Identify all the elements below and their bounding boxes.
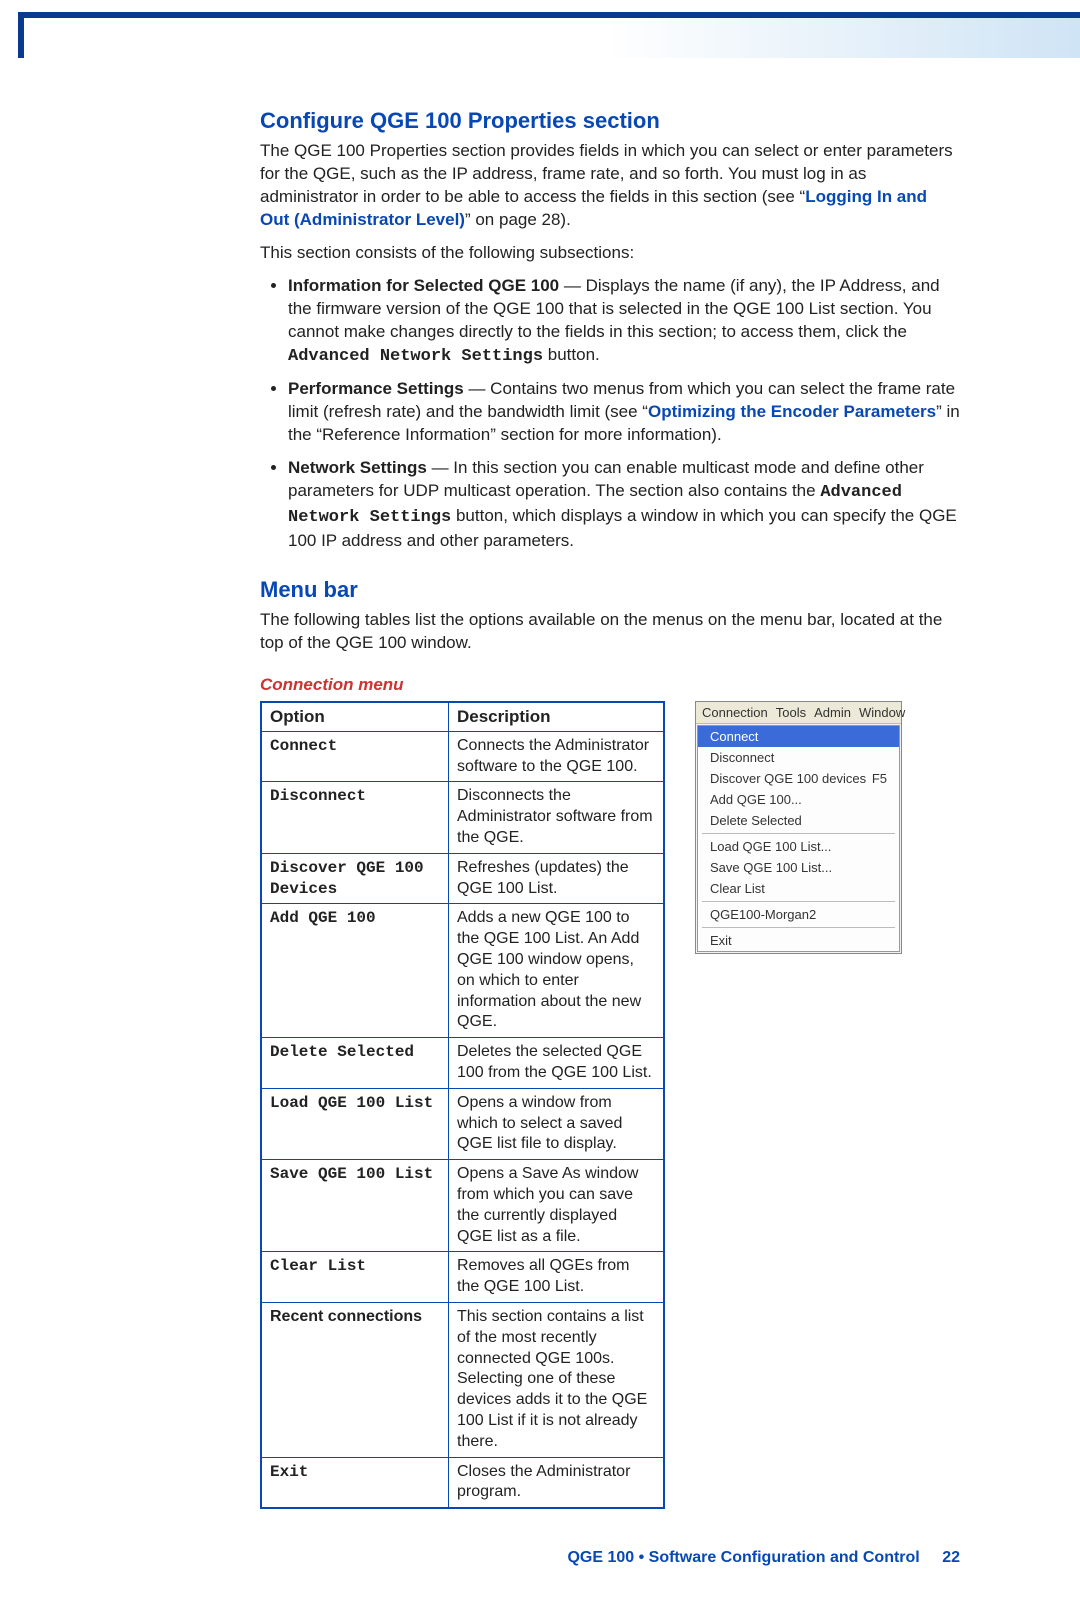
menu-item-label: Disconnect — [710, 750, 774, 765]
table-row: Add QGE 100Adds a new QGE 100 to the QGE… — [261, 904, 664, 1038]
page-footer: QGE 100 • Software Configuration and Con… — [260, 1549, 960, 1567]
menu-item-label: Delete Selected — [710, 813, 802, 828]
option-cell: Clear List — [261, 1252, 449, 1303]
description-cell: Opens a Save As window from which you ca… — [449, 1160, 665, 1252]
table-row: Save QGE 100 ListOpens a Save As window … — [261, 1160, 664, 1252]
menu-item[interactable]: Exit — [698, 930, 899, 951]
mono-text: Advanced Network Settings — [288, 347, 543, 366]
bullet-title: Performance Settings — [288, 379, 464, 398]
menu-separator — [702, 901, 895, 902]
table-and-menu-row: Option Description ConnectConnects the A… — [260, 701, 960, 1509]
th-description: Description — [449, 702, 665, 732]
menubar-item[interactable]: Connection — [702, 705, 768, 720]
heading-configure: Configure QGE 100 Properties section — [260, 108, 960, 134]
menu-separator — [702, 833, 895, 834]
menu-item-label: Clear List — [710, 881, 765, 896]
option-cell: Discover QGE 100 Devices — [261, 853, 449, 904]
option-cell: Exit — [261, 1457, 449, 1508]
menu-item[interactable]: Clear List — [698, 878, 899, 899]
menu-item[interactable]: Add QGE 100... — [698, 789, 899, 810]
text: ” on page 28). — [465, 210, 571, 229]
text: button. — [543, 345, 600, 364]
description-cell: Deletes the selected QGE 100 from the QG… — [449, 1038, 665, 1089]
menu-bar: ConnectionToolsAdminWindow — [696, 702, 901, 724]
table-row: Clear ListRemoves all QGEs from the QGE … — [261, 1252, 664, 1303]
menubar-item[interactable]: Admin — [814, 705, 851, 720]
page-top-accent — [18, 12, 1080, 58]
table-row: Delete SelectedDeletes the selected QGE … — [261, 1038, 664, 1089]
description-cell: Refreshes (updates) the QGE 100 List. — [449, 853, 665, 904]
option-cell: Disconnect — [261, 782, 449, 853]
menubar-item[interactable]: Tools — [776, 705, 806, 720]
heading-menu-bar: Menu bar — [260, 577, 960, 603]
option-cell: Load QGE 100 List — [261, 1088, 449, 1159]
menu-item-label: Save QGE 100 List... — [710, 860, 832, 875]
description-cell: Removes all QGEs from the QGE 100 List. — [449, 1252, 665, 1303]
footer-title: QGE 100 • Software Configuration and Con… — [567, 1549, 919, 1566]
subsections-list: Information for Selected QGE 100 — Displ… — [260, 275, 960, 553]
connection-options-table: Option Description ConnectConnects the A… — [260, 701, 665, 1509]
menu-item[interactable]: Connect — [698, 726, 899, 747]
menu-item[interactable]: Discover QGE 100 devices F5 — [698, 768, 899, 789]
menu-item[interactable]: Disconnect — [698, 747, 899, 768]
paragraph-menubar-intro: The following tables list the options av… — [260, 609, 960, 655]
connection-menu-screenshot: Connection Tools Admin Window Connect Discon… — [695, 701, 902, 954]
description-cell: Closes the Administrator program. — [449, 1457, 665, 1508]
description-cell: Opens a window from which to select a sa… — [449, 1088, 665, 1159]
bullet-title: Information for Selected QGE 100 — [288, 276, 559, 295]
option-cell: Add QGE 100 — [261, 904, 449, 1038]
description-cell: This section contains a list of the most… — [449, 1303, 665, 1458]
option-cell: Recent connections — [261, 1303, 449, 1458]
table-row: Discover QGE 100 DevicesRefreshes (updat… — [261, 853, 664, 904]
table-row: Load QGE 100 ListOpens a window from whi… — [261, 1088, 664, 1159]
menu-item-shortcut: F5 — [872, 771, 887, 786]
link-optimizing[interactable]: Optimizing the Encoder Parameters — [648, 402, 936, 421]
menu-separator — [702, 927, 895, 928]
option-cell: Delete Selected — [261, 1038, 449, 1089]
menu-item[interactable]: Load QGE 100 List... — [698, 836, 899, 857]
footer-page-number: 22 — [942, 1549, 960, 1567]
bullet-title: Network Settings — [288, 458, 427, 477]
table-row: DisconnectDisconnects the Administrator … — [261, 782, 664, 853]
menu-item-label: QGE100-Morgan2 — [710, 907, 816, 922]
option-cell: Connect — [261, 731, 449, 782]
list-item: Network Settings — In this section you c… — [288, 457, 960, 553]
menu-item-label: Discover QGE 100 devices — [710, 771, 866, 786]
description-cell: Disconnects the Administrator software f… — [449, 782, 665, 853]
menu-dropdown: Connect Disconnect Discover QGE 100 device… — [697, 725, 900, 952]
subheading-connection-menu: Connection menu — [260, 675, 960, 695]
menu-item[interactable]: Delete Selected — [698, 810, 899, 831]
table-row: Recent connectionsThis section contains … — [261, 1303, 664, 1458]
page-content: Configure QGE 100 Properties section The… — [0, 58, 1080, 1617]
menu-item-label: Connect — [710, 729, 758, 744]
menu-item-label: Add QGE 100... — [710, 792, 802, 807]
menu-item[interactable]: QGE100-Morgan2 — [698, 904, 899, 925]
description-cell: Adds a new QGE 100 to the QGE 100 List. … — [449, 904, 665, 1038]
option-cell: Save QGE 100 List — [261, 1160, 449, 1252]
menu-item[interactable]: Save QGE 100 List... — [698, 857, 899, 878]
paragraph-intro: The QGE 100 Properties section provides … — [260, 140, 960, 232]
menu-item-label: Exit — [710, 933, 732, 948]
menubar-item[interactable]: Window — [859, 705, 905, 720]
paragraph-subsections-intro: This section consists of the following s… — [260, 242, 960, 265]
description-cell: Connects the Administrator software to t… — [449, 731, 665, 782]
list-item: Information for Selected QGE 100 — Displ… — [288, 275, 960, 369]
table-row: ExitCloses the Administrator program. — [261, 1457, 664, 1508]
table-row: ConnectConnects the Administrator softwa… — [261, 731, 664, 782]
th-option: Option — [261, 702, 449, 732]
menu-item-label: Load QGE 100 List... — [710, 839, 831, 854]
list-item: Performance Settings — Contains two menu… — [288, 378, 960, 447]
